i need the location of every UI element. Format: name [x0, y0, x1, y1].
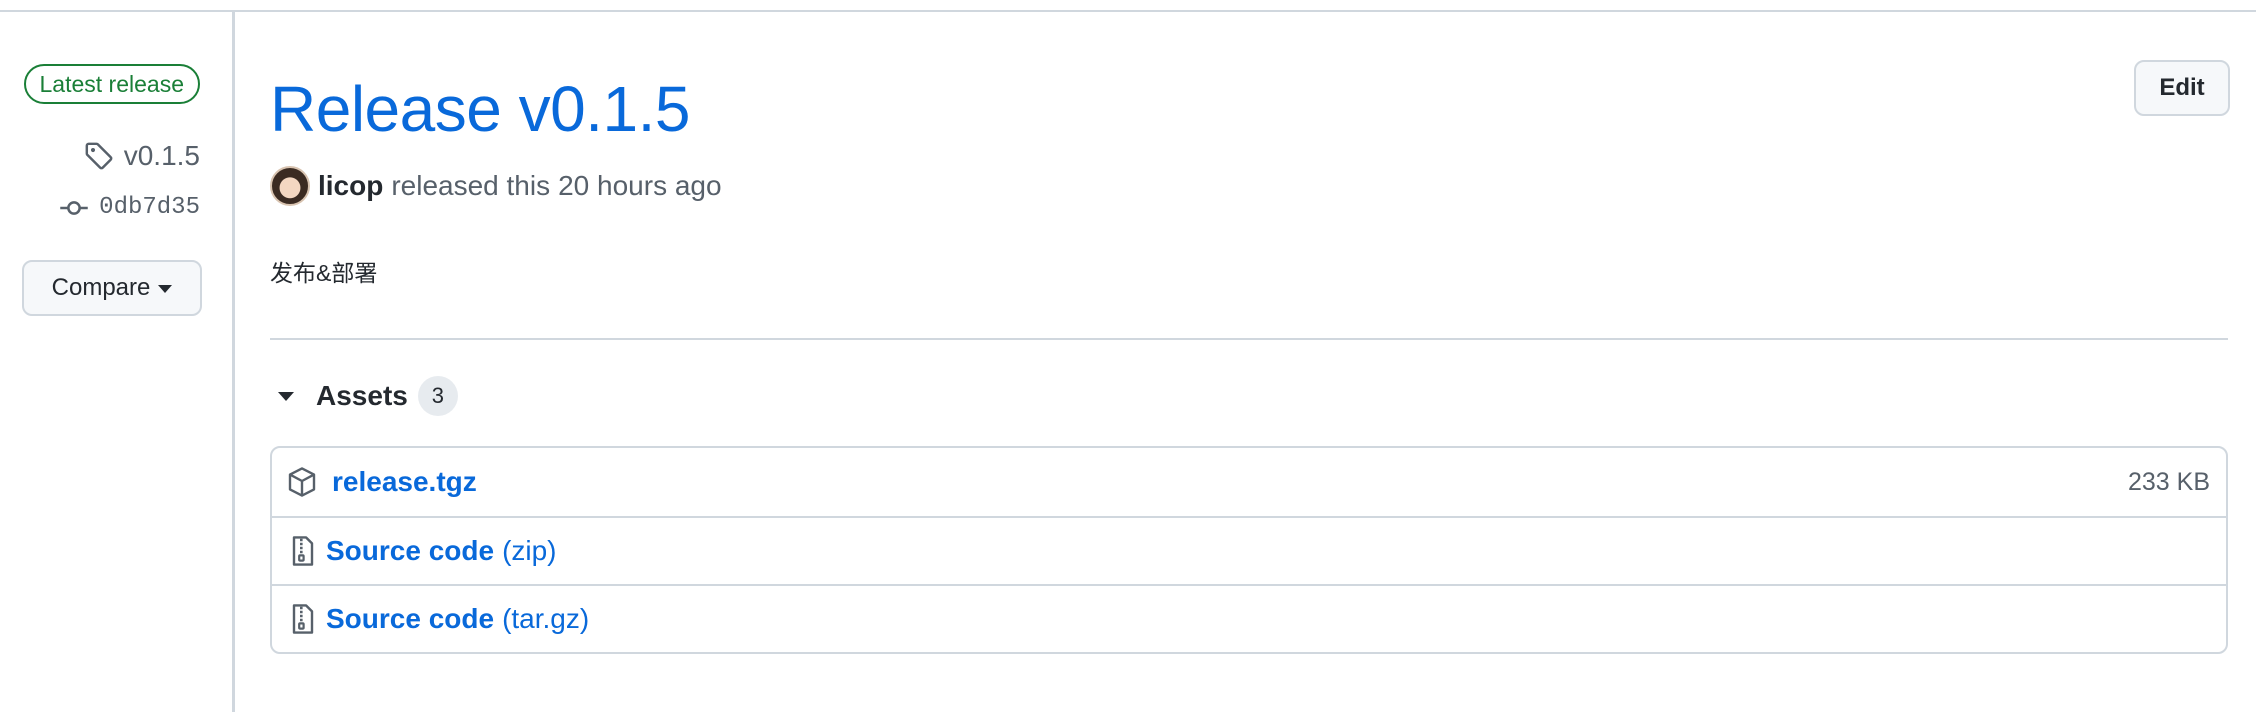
release-time: 20 hours ago	[558, 170, 722, 201]
asset-row: Source code (zip)	[272, 516, 2226, 584]
section-divider	[270, 338, 2228, 340]
asset-row: Source code (tar.gz)	[272, 584, 2226, 652]
tag-link[interactable]: v0.1.5	[84, 140, 200, 172]
asset-format[interactable]: (zip)	[502, 535, 556, 567]
compare-button[interactable]: Compare	[22, 260, 202, 316]
released-text: released this	[391, 170, 551, 201]
release-byline: licop released this 20 hours ago	[270, 166, 722, 206]
asset-link[interactable]: Source code	[326, 603, 494, 635]
asset-link[interactable]: release.tgz	[332, 466, 477, 498]
asset-format[interactable]: (tar.gz)	[502, 603, 589, 635]
commit-sha: 0db7d35	[99, 194, 200, 221]
release-notes: 发布&部署	[270, 260, 378, 286]
assets-toggle[interactable]: Assets 3	[270, 376, 458, 416]
compare-label: Compare	[51, 274, 151, 301]
commit-link[interactable]: 0db7d35	[59, 194, 200, 221]
release-title[interactable]: Release v0.1.5	[270, 72, 690, 146]
release-sidebar: Latest release v0.1.5 0db7d35 Compare	[0, 12, 235, 712]
asset-size: 233 KB	[2127, 467, 2210, 496]
asset-link[interactable]: Source code	[326, 535, 494, 567]
git-commit-icon	[60, 200, 88, 215]
release-card: Release v0.1.5 Edit licop released this …	[270, 12, 2230, 712]
avatar[interactable]	[270, 166, 310, 206]
triangle-down-icon	[278, 391, 294, 401]
author-link[interactable]: licop	[318, 170, 383, 202]
asset-row: release.tgz 233 KB	[272, 448, 2226, 516]
file-zip-icon	[292, 536, 314, 566]
tag-icon	[85, 142, 113, 170]
caret-down-icon	[158, 285, 173, 293]
assets-heading: Assets	[316, 380, 408, 411]
package-icon	[288, 467, 316, 497]
assets-count: 3	[417, 376, 458, 416]
edit-button[interactable]: Edit	[2134, 60, 2230, 116]
latest-release-badge: Latest release	[23, 64, 200, 104]
file-zip-icon	[292, 604, 314, 634]
top-border	[0, 0, 2256, 12]
tag-label: v0.1.5	[123, 140, 200, 171]
asset-list: release.tgz 233 KB Source code (zip) Sou…	[270, 446, 2228, 654]
